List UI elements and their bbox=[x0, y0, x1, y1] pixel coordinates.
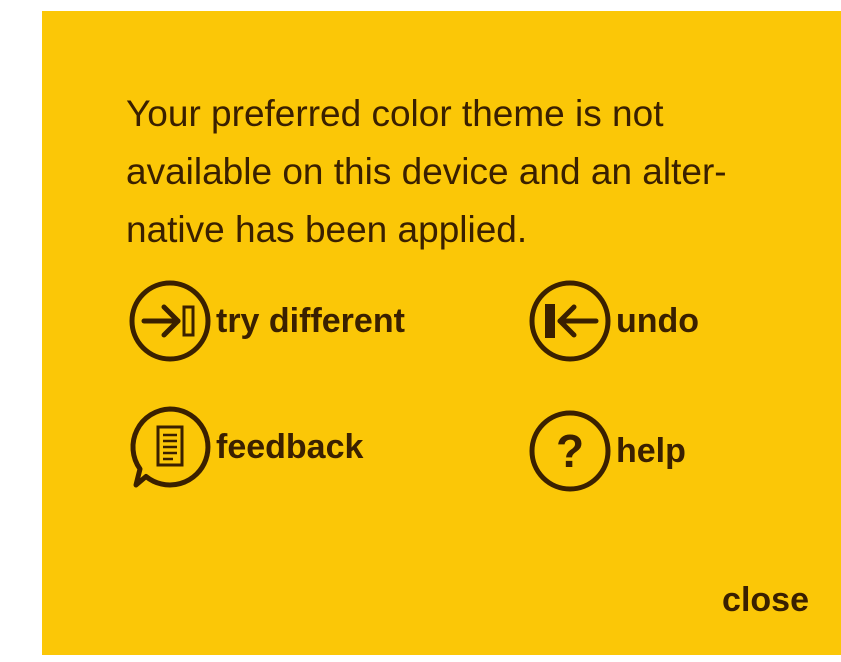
close-button[interactable]: close bbox=[722, 581, 809, 620]
dialog-message: Your preferred color theme is not availa… bbox=[126, 85, 796, 259]
arrow-to-bar-icon bbox=[128, 279, 212, 363]
try-different-button[interactable]: try different bbox=[128, 279, 405, 363]
feedback-button[interactable]: feedback bbox=[128, 405, 363, 489]
arrow-back-to-bar-icon bbox=[528, 279, 612, 363]
help-label: help bbox=[616, 431, 686, 470]
feedback-label: feedback bbox=[216, 427, 364, 466]
undo-button[interactable]: undo bbox=[528, 279, 699, 363]
feedback-document-icon bbox=[128, 405, 212, 489]
try-different-label: try different bbox=[216, 301, 405, 340]
help-button[interactable]: ? help bbox=[528, 409, 686, 493]
question-mark-icon: ? bbox=[528, 409, 612, 493]
message-line-1: Your preferred color theme is not bbox=[126, 93, 664, 134]
message-line-3: native has been applied. bbox=[126, 209, 528, 250]
message-line-2: available on this device and an alter- bbox=[126, 151, 727, 192]
undo-label: undo bbox=[616, 301, 700, 340]
svg-text:?: ? bbox=[556, 425, 584, 477]
theme-fallback-dialog: Your preferred color theme is not availa… bbox=[42, 11, 841, 655]
